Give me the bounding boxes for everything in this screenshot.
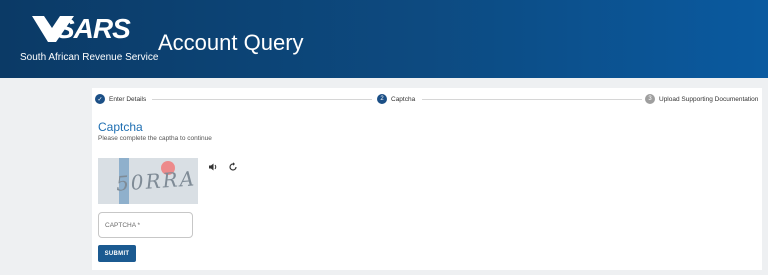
- progress-stepper: ✓ Enter Details 2 Captcha 3 Upload Suppo…: [92, 88, 762, 108]
- step-label: Captcha: [391, 95, 416, 103]
- refresh-icon[interactable]: [228, 162, 238, 172]
- step-upload-documentation[interactable]: 3 Upload Supporting Documentation: [645, 93, 758, 105]
- check-icon: ✓: [95, 94, 105, 104]
- step-number-badge: 2: [377, 94, 387, 104]
- header-banner: SARS South African Revenue Service Accou…: [0, 0, 768, 78]
- speaker-icon[interactable]: [208, 162, 218, 172]
- captcha-image: 50RRA: [98, 158, 198, 204]
- step-captcha[interactable]: 2 Captcha: [377, 93, 415, 105]
- step-number-badge: 3: [645, 94, 655, 104]
- sars-logo-text: SARS: [56, 13, 131, 44]
- section-title: Captcha: [98, 120, 143, 134]
- step-label: Enter Details: [109, 95, 147, 103]
- step-enter-details[interactable]: ✓ Enter Details: [95, 93, 146, 105]
- captcha-text: 50RRA: [115, 166, 197, 196]
- submit-button[interactable]: SUBMIT: [98, 245, 136, 262]
- step-label: Upload Supporting Documentation: [659, 95, 759, 103]
- stepper-connector: [422, 99, 642, 100]
- stepper-connector: [152, 99, 372, 100]
- section-subtitle: Please complete the captha to continue: [98, 135, 212, 142]
- page-title: Account Query: [158, 30, 304, 55]
- captcha-input[interactable]: [98, 212, 193, 238]
- org-name: South African Revenue Service: [20, 52, 159, 63]
